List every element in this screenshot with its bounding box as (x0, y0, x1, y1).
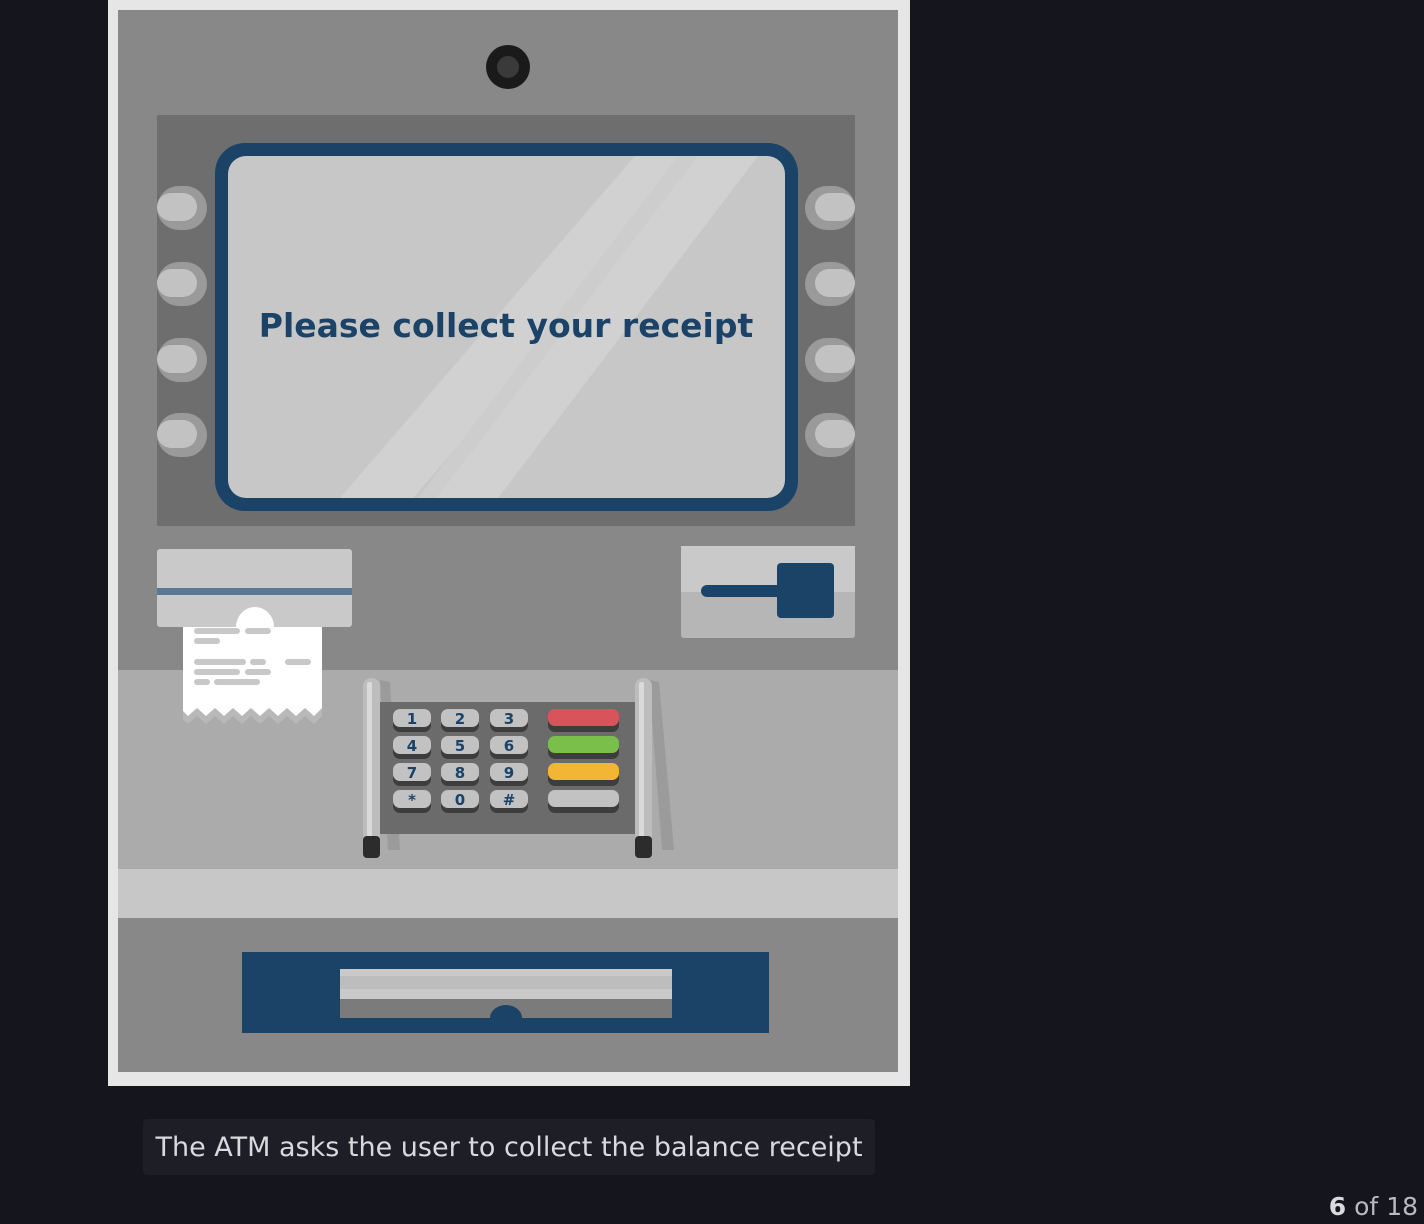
key-2[interactable]: 2 (441, 709, 479, 732)
current-slide: 6 (1328, 1192, 1347, 1221)
side-button-left-4[interactable] (157, 413, 207, 457)
console-ledge (118, 869, 898, 918)
key-label: # (503, 791, 516, 809)
key-label: 6 (504, 737, 514, 755)
key-label: * (408, 791, 416, 809)
key-star[interactable]: * (393, 790, 431, 813)
key-label: 4 (407, 737, 417, 755)
key-label: 0 (455, 791, 465, 809)
slide-caption: The ATM asks the user to collect the bal… (143, 1119, 875, 1175)
keypad-guard-right (635, 678, 652, 858)
side-button-left-2[interactable] (157, 262, 207, 306)
side-button-right-4[interactable] (805, 413, 855, 457)
key-8[interactable]: 8 (441, 763, 479, 786)
key-9[interactable]: 9 (490, 763, 528, 786)
slide-counter: 6 of 18 (1329, 1192, 1418, 1221)
key-label: 9 (504, 764, 514, 782)
clear-key[interactable] (548, 736, 619, 759)
cash-dispenser[interactable] (242, 952, 769, 1033)
screen-message: Please collect your receipt (259, 306, 754, 345)
key-4[interactable]: 4 (393, 736, 431, 759)
side-button-left-3[interactable] (157, 338, 207, 382)
keypad: 1 2 3 4 5 6 7 8 9 * 0 # (363, 678, 674, 858)
key-0[interactable]: 0 (441, 790, 479, 813)
atm-display: Please collect your receipt (215, 143, 798, 511)
keypad-guard-left (363, 678, 380, 858)
key-6[interactable]: 6 (490, 736, 528, 759)
key-label: 8 (455, 764, 465, 782)
key-label: 7 (407, 764, 417, 782)
key-1[interactable]: 1 (393, 709, 431, 732)
key-label: 5 (455, 737, 465, 755)
atm-svg: Please collect your receipt 1 2 34 5 67 … (108, 0, 910, 1086)
counter-separator: of (1354, 1192, 1379, 1221)
key-label: 2 (455, 710, 465, 728)
cancel-key[interactable] (548, 709, 619, 732)
enter-key[interactable] (548, 763, 619, 786)
card-slot[interactable] (681, 546, 855, 638)
key-5[interactable]: 5 (441, 736, 479, 759)
side-button-right-2[interactable] (805, 262, 855, 306)
key-3[interactable]: 3 (490, 709, 528, 732)
side-button-left-1[interactable] (157, 186, 207, 230)
total-slides: 18 (1386, 1192, 1418, 1221)
blank-key[interactable] (548, 790, 619, 813)
key-hash[interactable]: # (490, 790, 528, 813)
key-7[interactable]: 7 (393, 763, 431, 786)
key-label: 3 (504, 710, 514, 728)
side-button-right-1[interactable] (805, 186, 855, 230)
atm-illustration: Please collect your receipt 1 2 3 4 5 6 … (108, 0, 910, 1086)
side-button-right-3[interactable] (805, 338, 855, 382)
camera-icon (486, 45, 530, 89)
key-label: 1 (407, 710, 417, 728)
